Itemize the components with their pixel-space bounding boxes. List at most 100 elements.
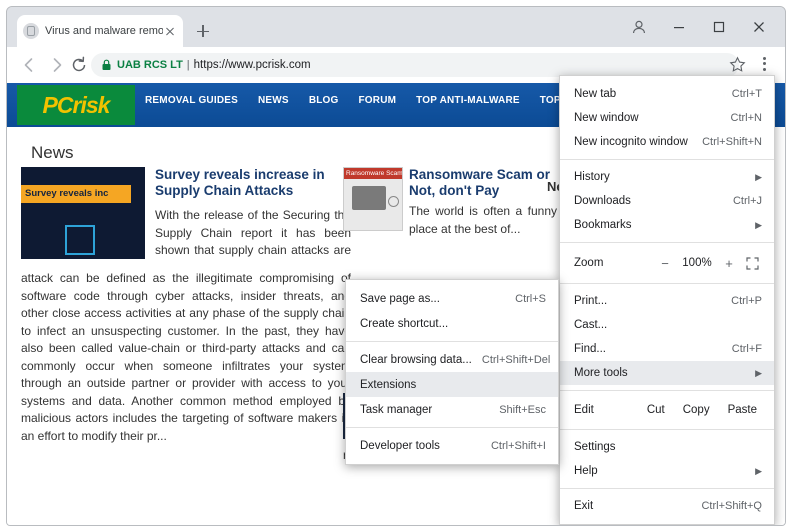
zoom-in-button[interactable]: + bbox=[718, 252, 740, 274]
submenu-item-extensions[interactable]: Extensions bbox=[346, 372, 558, 397]
edit-label: Edit bbox=[574, 404, 638, 416]
back-arrow-icon[interactable] bbox=[19, 55, 39, 75]
menu-item-new-tab-shortcut: Ctrl+T bbox=[732, 88, 762, 100]
close-tab-icon[interactable] bbox=[163, 24, 177, 38]
menu-item-new-incognito-window-label: New incognito window bbox=[574, 136, 692, 148]
menu-item-new-tab-label: New tab bbox=[574, 88, 722, 100]
browser-tab[interactable]: Virus and malware remov... bbox=[17, 15, 183, 47]
menu-item-history[interactable]: History ▶ bbox=[560, 165, 774, 189]
submenu-item-clear-browsing-data-shortcut: Ctrl+Shift+Del bbox=[482, 354, 550, 366]
menu-item-new-incognito-window[interactable]: New incognito window Ctrl+Shift+N bbox=[560, 130, 774, 154]
chevron-right-icon: ▶ bbox=[752, 466, 762, 477]
menu-item-cast[interactable]: Cast... bbox=[560, 313, 774, 337]
menu-item-settings-label: Settings bbox=[574, 441, 762, 453]
page-icon bbox=[23, 23, 39, 39]
chrome-main-menu: New tab Ctrl+T New window Ctrl+N New inc… bbox=[559, 75, 775, 525]
paste-button[interactable]: Paste bbox=[719, 404, 766, 416]
nav-item-news[interactable]: NEWS bbox=[258, 95, 289, 106]
forward-arrow-icon[interactable] bbox=[47, 55, 67, 75]
nav-item-top-anti-malware[interactable]: TOP ANTI-MALWARE bbox=[416, 95, 520, 106]
article-title[interactable]: Survey reveals increase in Supply Chain … bbox=[155, 167, 351, 199]
article2-thumb-caption: Ransomware Scam bbox=[344, 168, 402, 179]
menu-item-print[interactable]: Print... Ctrl+P bbox=[560, 289, 774, 313]
menu-item-find-label: Find... bbox=[574, 343, 722, 355]
account-icon[interactable] bbox=[619, 13, 659, 41]
article2-excerpt: The world is often a funny place at the … bbox=[409, 203, 557, 238]
menu-item-new-window[interactable]: New window Ctrl+N bbox=[560, 106, 774, 130]
menu-item-more-tools-label: More tools bbox=[574, 367, 752, 379]
submenu-item-developer-tools-shortcut: Ctrl+Shift+I bbox=[491, 440, 546, 452]
identity-separator: | bbox=[187, 59, 190, 71]
menu-item-bookmarks[interactable]: Bookmarks ▶ bbox=[560, 213, 774, 237]
submenu-item-developer-tools[interactable]: Developer tools Ctrl+Shift+I bbox=[346, 433, 558, 458]
submenu-item-extensions-label: Extensions bbox=[360, 379, 546, 391]
menu-separator-4 bbox=[560, 390, 774, 391]
nav-item-blog[interactable]: BLOG bbox=[309, 95, 339, 106]
menu-zoom-row: Zoom − 100% + bbox=[560, 248, 774, 278]
menu-item-more-tools[interactable]: More tools ▶ bbox=[560, 361, 774, 385]
menu-separator-5 bbox=[560, 429, 774, 430]
browser-window: Virus and malware remov... bbox=[6, 6, 786, 526]
menu-edit-row: Edit Cut Copy Paste bbox=[560, 396, 774, 424]
logo-text-risk: risk bbox=[73, 92, 110, 118]
submenu-item-task-manager[interactable]: Task manager Shift+Esc bbox=[346, 397, 558, 422]
article-thumb-caption: Survey reveals inc bbox=[21, 185, 131, 203]
menu-item-exit[interactable]: Exit Ctrl+Shift+Q bbox=[560, 494, 774, 518]
menu-separator-1 bbox=[560, 159, 774, 160]
menu-item-find[interactable]: Find... Ctrl+F bbox=[560, 337, 774, 361]
chevron-right-icon: ▶ bbox=[752, 368, 762, 379]
star-icon[interactable] bbox=[729, 56, 747, 74]
menu-separator-6 bbox=[560, 488, 774, 489]
submenu-item-task-manager-shortcut: Shift+Esc bbox=[499, 404, 546, 416]
submenu-item-save-page-as[interactable]: Save page as... Ctrl+S bbox=[346, 286, 558, 311]
zoom-label: Zoom bbox=[574, 257, 654, 269]
reload-icon[interactable] bbox=[69, 55, 89, 75]
menu-item-new-window-label: New window bbox=[574, 112, 721, 124]
close-button[interactable] bbox=[739, 13, 779, 41]
menu-item-print-shortcut: Ctrl+P bbox=[731, 295, 762, 307]
menu-separator-2 bbox=[560, 242, 774, 243]
three-dot-menu-icon[interactable] bbox=[755, 55, 773, 75]
submenu-item-task-manager-label: Task manager bbox=[360, 404, 489, 416]
zoom-out-button[interactable]: − bbox=[654, 252, 676, 274]
menu-item-find-shortcut: Ctrl+F bbox=[732, 343, 762, 355]
page-title: News bbox=[31, 143, 74, 163]
menu-item-settings[interactable]: Settings bbox=[560, 435, 774, 459]
fullscreen-icon[interactable] bbox=[740, 252, 764, 274]
article2-title[interactable]: Ransomware Scam or Not, don't Pay bbox=[409, 167, 557, 199]
menu-item-history-label: History bbox=[574, 171, 752, 183]
menu-item-downloads-shortcut: Ctrl+J bbox=[733, 195, 762, 207]
article-thumbnail[interactable]: Survey reveals inc bbox=[21, 167, 145, 259]
submenu-item-clear-browsing-data-label: Clear browsing data... bbox=[360, 354, 472, 366]
menu-item-help[interactable]: Help ▶ bbox=[560, 459, 774, 483]
logo-text-pc: PC bbox=[43, 92, 73, 118]
menu-item-exit-label: Exit bbox=[574, 500, 691, 512]
menu-item-exit-shortcut: Ctrl+Shift+Q bbox=[701, 500, 762, 512]
submenu-item-save-page-as-shortcut: Ctrl+S bbox=[515, 293, 546, 305]
submenu-item-create-shortcut[interactable]: Create shortcut... bbox=[346, 311, 558, 336]
menu-item-new-incognito-window-shortcut: Ctrl+Shift+N bbox=[702, 136, 762, 148]
nav-item-removal-guides[interactable]: REMOVAL GUIDES bbox=[145, 95, 238, 106]
menu-item-downloads[interactable]: Downloads Ctrl+J bbox=[560, 189, 774, 213]
url-text: https://www.pcrisk.com bbox=[194, 59, 311, 71]
menu-item-help-label: Help bbox=[574, 465, 752, 477]
minimize-button[interactable] bbox=[659, 13, 699, 41]
lock-icon bbox=[101, 59, 112, 71]
submenu-item-create-shortcut-label: Create shortcut... bbox=[360, 318, 546, 330]
article2-thumbnail[interactable]: Ransomware Scam bbox=[343, 167, 403, 231]
window-controls bbox=[619, 13, 779, 41]
new-tab-button[interactable] bbox=[193, 21, 213, 41]
submenu-item-clear-browsing-data[interactable]: Clear browsing data... Ctrl+Shift+Del bbox=[346, 347, 558, 372]
nav-item-forum[interactable]: FORUM bbox=[359, 95, 397, 106]
menu-item-cast-label: Cast... bbox=[574, 319, 762, 331]
address-bar[interactable]: UAB RCS LT | https://www.pcrisk.com bbox=[91, 53, 739, 77]
zoom-level-value: 100% bbox=[676, 257, 718, 269]
copy-button[interactable]: Copy bbox=[674, 404, 719, 416]
tab-strip: Virus and malware remov... bbox=[7, 7, 785, 47]
chevron-right-icon: ▶ bbox=[752, 172, 762, 183]
site-logo[interactable]: PCrisk bbox=[17, 85, 135, 125]
cut-button[interactable]: Cut bbox=[638, 404, 674, 416]
menu-item-print-label: Print... bbox=[574, 295, 721, 307]
menu-item-new-tab[interactable]: New tab Ctrl+T bbox=[560, 82, 774, 106]
maximize-button[interactable] bbox=[699, 13, 739, 41]
